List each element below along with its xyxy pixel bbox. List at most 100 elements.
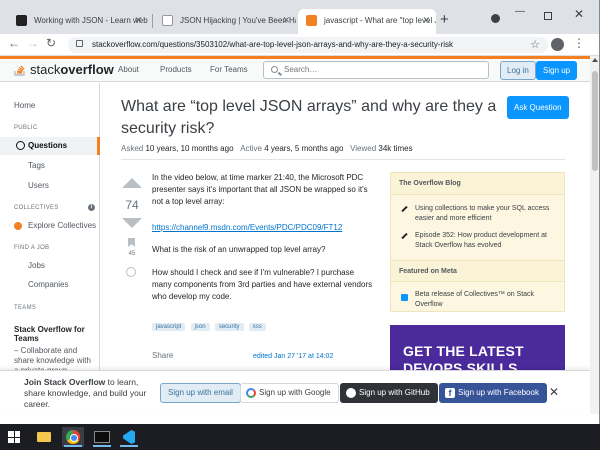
sidebar-item-tags[interactable]: Tags — [28, 161, 45, 170]
tab-title: javascript - What are "top level J… — [324, 16, 436, 25]
profile-circle-icon[interactable] — [491, 14, 500, 23]
search-input[interactable] — [284, 65, 474, 74]
search-icon — [271, 66, 278, 73]
back-icon[interactable]: ← — [8, 36, 20, 50]
minimize-icon[interactable]: — — [515, 6, 525, 17]
stackoverflow-logo[interactable]: stackoverflow — [14, 62, 114, 77]
forward-icon[interactable]: → — [27, 36, 39, 50]
tab-title: Working with JSON - Learn web… — [34, 16, 148, 25]
logo-text-stack: stack — [30, 62, 61, 77]
page-favicon-icon — [162, 15, 173, 26]
tab-separator — [152, 14, 153, 28]
signup-facebook-label: Sign up with Facebook — [458, 388, 539, 397]
vscode-taskbar-button[interactable] — [118, 427, 140, 447]
bookmark-star-icon[interactable]: ☆ — [530, 38, 540, 51]
sidebar-item-jobs[interactable]: Jobs — [28, 261, 45, 270]
address-toolbar: ← → ↻ stackoverflow.com/questions/350310… — [0, 34, 599, 56]
sidebar-item-users[interactable]: Users — [28, 181, 49, 190]
tag-javascript[interactable]: javascript — [152, 323, 186, 331]
login-button[interactable]: Log in — [500, 61, 536, 80]
active-value[interactable]: 4 years, 5 months ago — [264, 144, 343, 153]
teams-title-text: Stack Overflow for Teams — [14, 325, 85, 343]
scroll-thumb[interactable] — [592, 71, 598, 171]
lock-icon — [76, 40, 83, 47]
close-banner-icon[interactable]: ✕ — [549, 385, 559, 399]
blog-heading: The Overflow Blog — [391, 173, 564, 195]
file-explorer-taskbar-button[interactable] — [33, 427, 55, 447]
window-close-icon[interactable]: ✕ — [574, 7, 584, 21]
meta-item-1[interactable]: Beta release of Collectives™ on Stack Ov… — [415, 290, 555, 310]
join-text: Join Stack Overflow to learn, share know… — [24, 377, 149, 410]
google-icon — [246, 388, 256, 398]
tab-close-icon[interactable]: ✕ — [134, 9, 142, 32]
chrome-taskbar-button[interactable] — [62, 427, 84, 447]
sidebar-item-explore-collectives[interactable]: Explore Collectives — [28, 221, 96, 230]
reload-icon[interactable]: ↻ — [46, 36, 56, 50]
post-paragraph-1: In the video below, at time marker 21:40… — [152, 173, 368, 206]
info-icon[interactable]: i — [88, 204, 95, 211]
question-meta: Asked 10 years, 10 months ago Active 4 y… — [121, 144, 413, 153]
featured-meta-heading: Featured on Meta — [391, 260, 564, 282]
sidebar-heading-collectives: COLLECTIVES — [14, 205, 59, 211]
site-header: stackoverflow About Products For Teams L… — [0, 56, 590, 82]
tag-security[interactable]: security — [214, 323, 244, 331]
stackoverflow-favicon-icon — [306, 15, 317, 26]
bookmark-count: 45 — [128, 251, 136, 257]
signup-button[interactable]: Sign up — [536, 61, 578, 80]
edited-link[interactable]: edited Jan 27 '17 at 14:02 — [253, 353, 333, 360]
tab-working-with-json[interactable]: Working with JSON - Learn web… ✕ — [8, 9, 148, 34]
tab-close-icon[interactable]: ✕ — [422, 9, 430, 32]
stackoverflow-logo-icon — [14, 65, 25, 76]
history-icon[interactable] — [126, 267, 136, 277]
active-label: Active — [240, 144, 262, 153]
vscode-icon — [123, 430, 135, 444]
new-tab-button[interactable]: + — [440, 11, 449, 28]
signup-facebook-button[interactable]: f Sign up with Facebook — [439, 383, 547, 403]
url-text: stackoverflow.com/questions/3503102/what… — [92, 40, 454, 49]
share-link[interactable]: Share — [152, 351, 173, 360]
tab-json-hijacking[interactable]: JSON Hijacking | You've Been Ha… ✕ — [154, 9, 296, 34]
tag-xss[interactable]: xss — [248, 323, 266, 331]
sidebar-item-questions[interactable]: Questions — [28, 141, 67, 150]
post-paragraph-2: What is the risk of an unwrapped top lev… — [152, 245, 326, 254]
blog-item-2[interactable]: Episode 352: How product development at … — [415, 231, 555, 251]
teams-promo-title[interactable]: Stack Overflow for Teams — [14, 325, 94, 343]
address-bar[interactable]: stackoverflow.com/questions/3503102/what… — [68, 37, 548, 53]
search-box[interactable] — [263, 61, 489, 79]
downvote-arrow-icon[interactable] — [122, 218, 142, 228]
terminal-taskbar-button[interactable] — [91, 427, 113, 447]
collectives-icon — [14, 222, 22, 230]
sidebar-item-home[interactable]: Home — [14, 101, 35, 110]
nav-for-teams[interactable]: For Teams — [210, 65, 248, 74]
overflow-blog-widget: The Overflow Blog Using collections to m… — [390, 172, 565, 312]
asked-label: Asked — [121, 144, 144, 153]
browser-window: Working with JSON - Learn web… ✕ JSON Hi… — [0, 0, 600, 424]
page-scrollbar[interactable] — [590, 56, 599, 414]
scroll-up-arrow-icon[interactable] — [592, 58, 598, 62]
nav-about[interactable]: About — [118, 65, 139, 74]
divider — [121, 159, 565, 160]
vote-count: 74 — [125, 198, 139, 212]
nav-products[interactable]: Products — [160, 65, 192, 74]
signup-email-button[interactable]: Sign up with email — [160, 383, 241, 403]
tab-stackoverflow[interactable]: javascript - What are "top level J… ✕ — [298, 9, 436, 34]
windows-start-icon[interactable] — [8, 431, 20, 443]
signup-github-button[interactable]: Sign up with GitHub — [340, 383, 438, 403]
sidebar-heading-public: PUBLIC — [14, 125, 38, 131]
pencil-icon — [401, 232, 408, 240]
tag-json[interactable]: json — [190, 323, 210, 331]
signup-google-button[interactable]: Sign up with Google — [240, 383, 339, 403]
menu-kebab-icon[interactable]: ⋮ — [573, 36, 585, 50]
ask-question-button[interactable]: Ask Question — [507, 96, 569, 119]
sidebar-item-companies[interactable]: Companies — [28, 280, 68, 289]
pencil-icon — [401, 205, 408, 213]
blog-item-1[interactable]: Using collections to make your SQL acces… — [415, 204, 555, 224]
upvote-arrow-icon[interactable] — [122, 178, 142, 188]
account-icon[interactable] — [551, 38, 564, 51]
question-title[interactable]: What are “top level JSON arrays” and why… — [121, 96, 501, 140]
tab-close-icon[interactable]: ✕ — [282, 9, 290, 32]
bookmark-icon[interactable] — [128, 238, 135, 247]
maximize-icon[interactable] — [544, 12, 552, 20]
channel9-link[interactable]: https://channel9.msdn.com/Events/PDC/PDC… — [152, 223, 342, 232]
sidebar-heading-find-job: FIND A JOB — [14, 245, 50, 251]
